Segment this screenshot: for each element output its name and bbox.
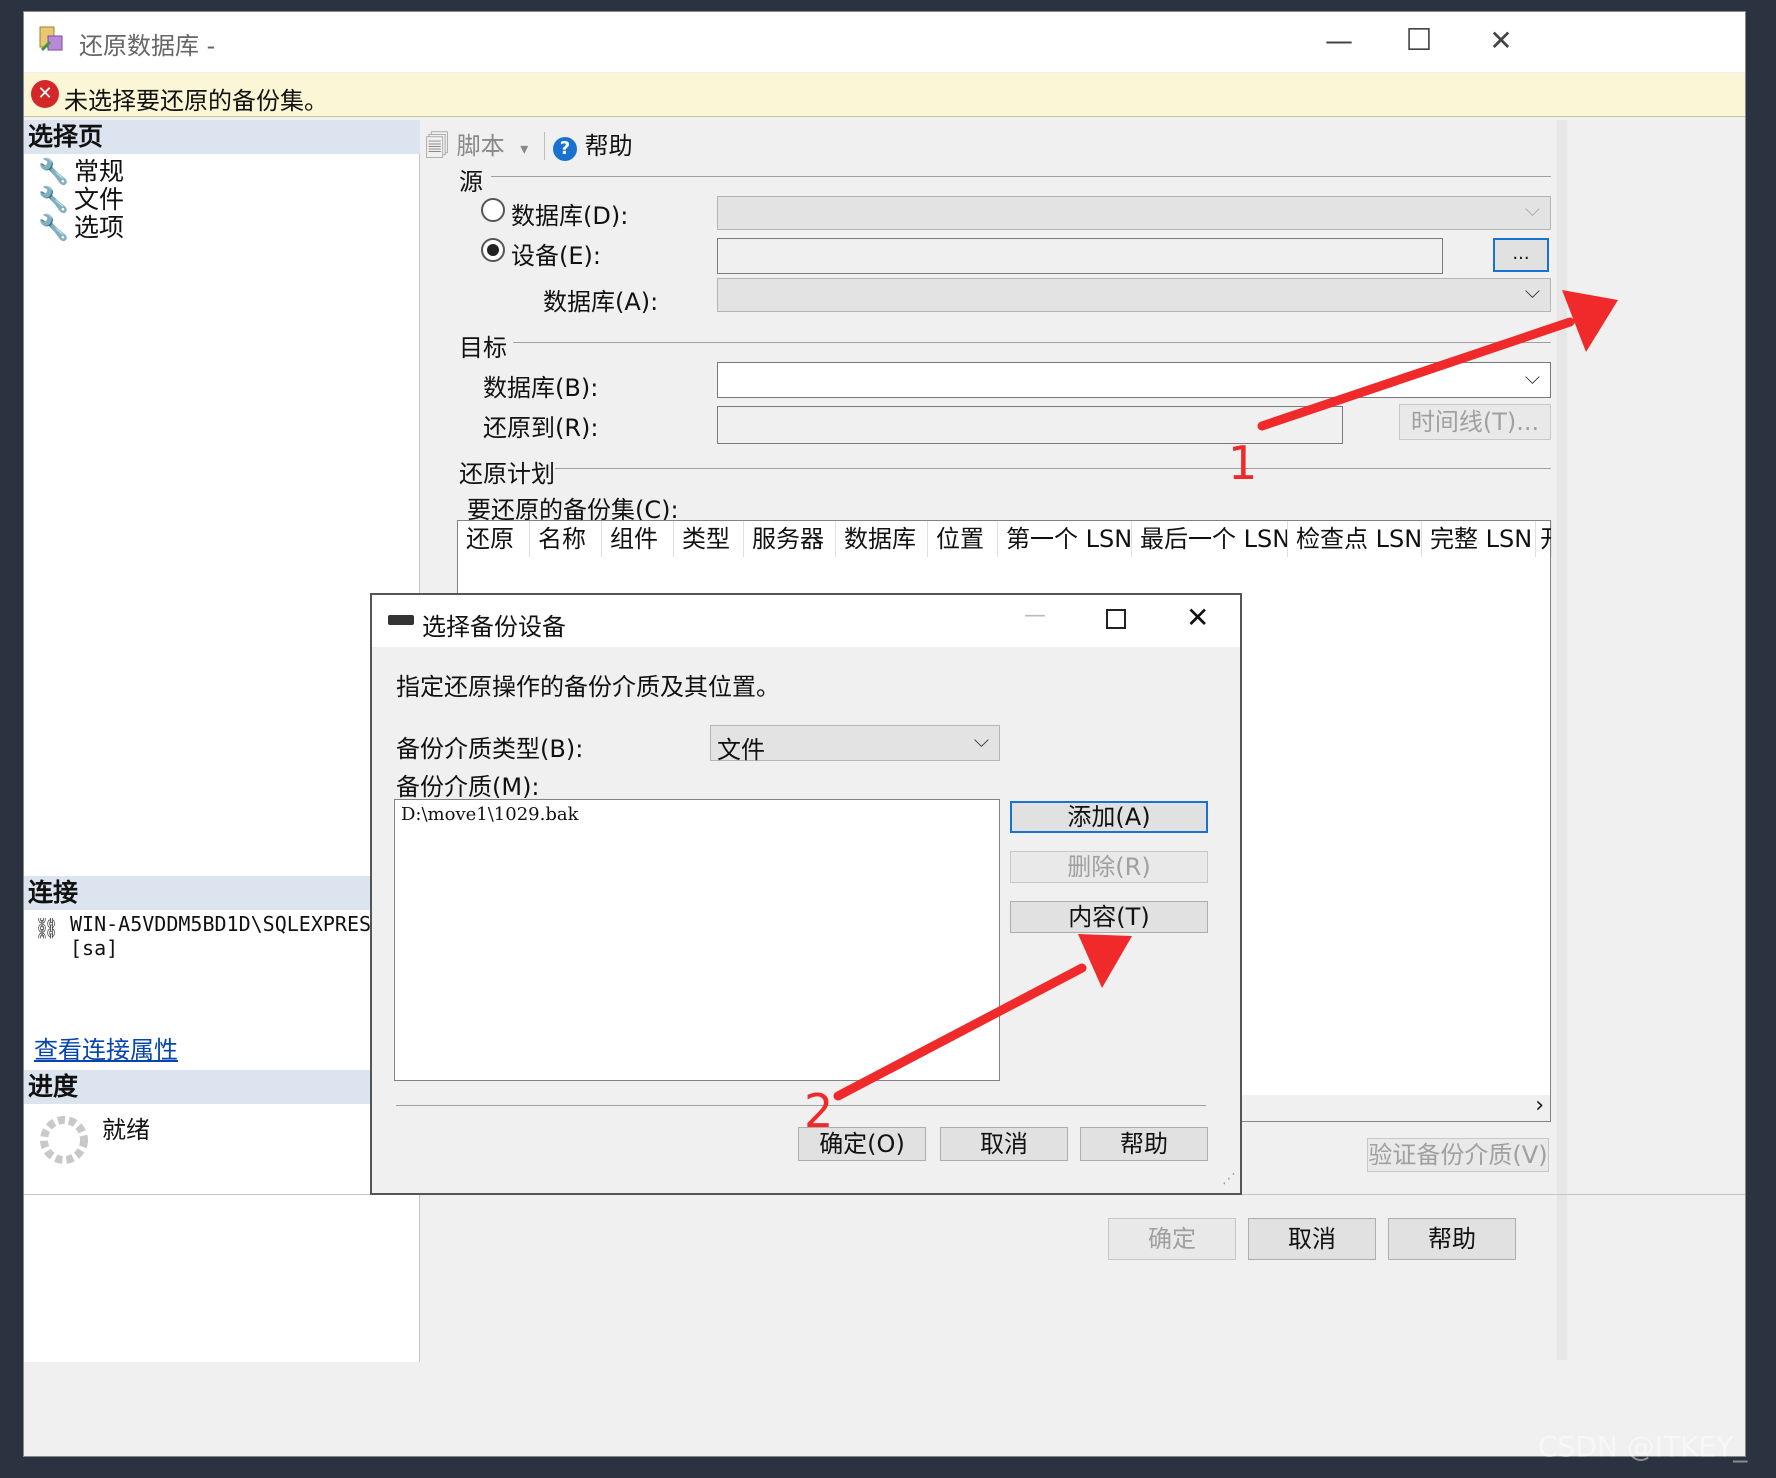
arrow-2 [833,934,1132,1101]
annotation-label-2: 2 [804,1084,834,1138]
watermark: CSDN @ITKEY_ [1538,1430,1748,1463]
annotation-overlay [833,290,1618,1101]
arrow-1 [1257,290,1618,431]
annotation-label-1: 1 [1228,436,1258,490]
